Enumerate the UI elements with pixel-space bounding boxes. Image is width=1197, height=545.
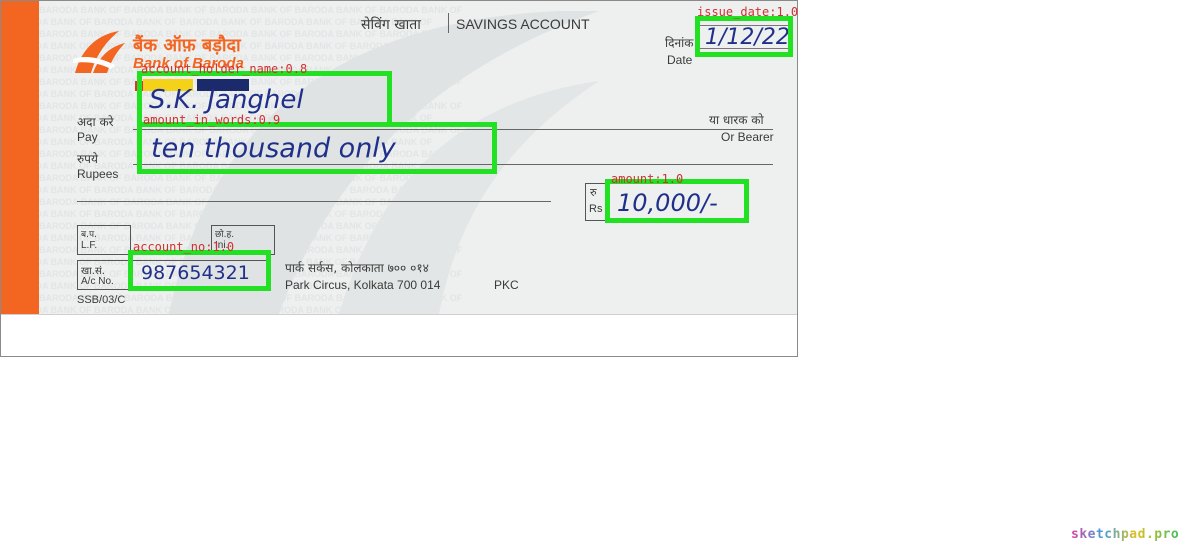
rupees-label-hindi: रुपये bbox=[77, 152, 98, 166]
account-type-hindi: सेविंग खाता bbox=[361, 17, 421, 33]
rupees-line-2 bbox=[77, 201, 551, 202]
bank-logo-icon bbox=[73, 31, 125, 73]
branch-code: PKC bbox=[494, 278, 519, 292]
detection-label-issue-date: issue_date:1.0 bbox=[697, 5, 799, 19]
detection-label-amount: amount:1.0 bbox=[611, 172, 684, 186]
account-label-english: A/c No. bbox=[81, 276, 114, 287]
amount-label-english: Rs bbox=[589, 203, 603, 215]
bearer-label-english: Or Bearer bbox=[721, 130, 774, 144]
cheque-stub bbox=[1, 1, 39, 314]
header-divider bbox=[448, 13, 449, 33]
detection-box-issue-date bbox=[695, 16, 793, 57]
lf-label-english: L.F. bbox=[81, 240, 98, 251]
pay-label-english: Pay bbox=[77, 130, 98, 144]
detection-label-account-holder-name: account_holder_name:0.8 bbox=[141, 62, 308, 76]
branch-address-english: Park Circus, Kolkata 700 014 bbox=[285, 278, 441, 292]
pay-label-hindi: अदा करे bbox=[77, 115, 114, 129]
sketchpad-watermark: sketchpad.pro bbox=[1071, 527, 1179, 542]
branch-address-hindi: पार्क सर्कस, कोलकाता ७०० ०१४ bbox=[285, 261, 429, 275]
detection-box-account-no bbox=[128, 250, 271, 291]
form-code: SSB/03/C bbox=[77, 294, 126, 306]
detection-box-amount-in-words bbox=[137, 122, 497, 174]
rupees-label-english: Rupees bbox=[77, 167, 119, 181]
account-type-english: SAVINGS ACCOUNT bbox=[456, 16, 590, 32]
amount-label-hindi: रु bbox=[590, 186, 597, 199]
bank-name-hindi: बैंक ऑफ़ बड़ौदा bbox=[133, 35, 241, 56]
cheque-lower-margin bbox=[1, 314, 797, 356]
pattern-text-row: BARODA BANK OF BARODA BANK OF BARODA BAN… bbox=[39, 5, 463, 15]
bearer-label-hindi: या धारक को bbox=[709, 113, 764, 127]
date-label-english: Date bbox=[667, 53, 693, 67]
date-label-hindi: दिनांक bbox=[665, 36, 694, 50]
ini-label-hindi: छो.ह. bbox=[215, 230, 235, 240]
account-label-hindi: खा.सं. bbox=[81, 266, 105, 277]
detection-label-account-no: account_no:1.0 bbox=[133, 240, 235, 254]
lf-label-hindi: ब.प. bbox=[81, 230, 97, 240]
svg-text:sketchpad.pro: sketchpad.pro bbox=[1071, 527, 1179, 542]
detection-label-amount-in-words: amount_in_words:0.9 bbox=[143, 113, 281, 127]
